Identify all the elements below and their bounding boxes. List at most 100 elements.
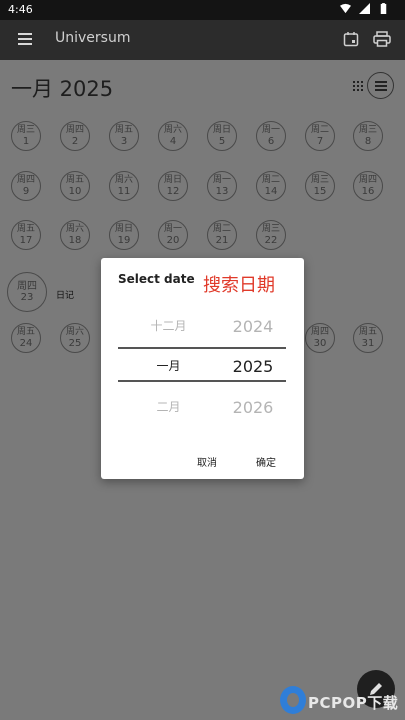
day-cell[interactable]: 周三 22 [256, 220, 286, 250]
day-number: 24 [19, 338, 33, 349]
watermark-text: PCPOP下载 [308, 694, 399, 712]
day-weekday: 周五 [65, 175, 84, 185]
status-time: 4:46 [8, 3, 33, 16]
picker-year: 2024 [232, 317, 274, 336]
day-number: 4 [169, 136, 177, 147]
day-weekday: 周六 [114, 175, 133, 185]
day-number: 16 [361, 186, 375, 197]
day-number: 12 [166, 186, 180, 197]
day-number: 30 [313, 338, 327, 349]
day-number: 25 [68, 338, 82, 349]
battery-icon [380, 3, 387, 14]
day-weekday: 周六 [163, 125, 182, 135]
watermark-logo-icon [280, 686, 306, 714]
signal-icon [359, 3, 370, 14]
day-weekday: 周日 [114, 224, 133, 234]
day-number: 14 [264, 186, 278, 197]
day-cell[interactable]: 周六 11 [109, 171, 139, 201]
day-weekday: 周六 [65, 327, 84, 337]
day-weekday: 周一 [163, 224, 182, 234]
app-bar: Universum [0, 20, 405, 60]
day-cell[interactable]: 周一 6 [256, 121, 286, 151]
picker-year: 2025 [232, 357, 274, 376]
wifi-icon [340, 3, 351, 14]
day-cell[interactable]: 周三 8 [353, 121, 383, 151]
day-number: 2 [71, 136, 79, 147]
day-cell[interactable]: 周日 19 [109, 220, 139, 250]
day-number: 8 [364, 136, 372, 147]
day-weekday: 周五 [16, 224, 35, 234]
app-title: Universum [55, 30, 131, 46]
day-weekday: 周六 [65, 224, 84, 234]
month-title: 一月 2025 [11, 77, 114, 101]
picker-divider-bottom [118, 380, 286, 382]
day-weekday: 周四 [17, 281, 37, 292]
menu-icon[interactable] [18, 33, 32, 45]
day-cell[interactable]: 周一 13 [207, 171, 237, 201]
day-weekday: 周四 [16, 175, 35, 185]
confirm-button[interactable]: 确定 [256, 454, 276, 469]
day-cell[interactable]: 周二 7 [305, 121, 335, 151]
day-cell[interactable]: 周六 4 [158, 121, 188, 151]
day-weekday: 周五 [16, 327, 35, 337]
day-number: 7 [316, 136, 324, 147]
cancel-button[interactable]: 取消 [197, 454, 217, 469]
picker-row-next[interactable]: 二月 2026 [101, 398, 304, 422]
day-number: 18 [68, 235, 82, 246]
day-cell[interactable]: 周六 18 [60, 220, 90, 250]
day-weekday: 周二 [212, 224, 231, 234]
day-cell[interactable]: 周六 25 [60, 323, 90, 353]
day-weekday: 周三 [16, 125, 35, 135]
day-number: 21 [215, 235, 229, 246]
calendar-today-icon[interactable] [343, 31, 359, 47]
print-icon[interactable] [373, 31, 391, 47]
picker-row-selected[interactable]: 一月 2025 [101, 357, 304, 381]
day-cell[interactable]: 周三 15 [305, 171, 335, 201]
picker-divider-top [118, 347, 286, 349]
day-weekday: 周二 [261, 175, 280, 185]
day-cell[interactable]: 周五 31 [353, 323, 383, 353]
day-weekday: 周四 [65, 125, 84, 135]
day-number: 31 [361, 338, 375, 349]
day-cell-today[interactable]: 周四 23 [7, 272, 47, 312]
day-weekday: 周日 [163, 175, 182, 185]
day-cell[interactable]: 周四 30 [305, 323, 335, 353]
day-number: 9 [22, 186, 30, 197]
picker-row-previous[interactable]: 十二月 2024 [101, 317, 304, 341]
day-weekday: 周一 [261, 125, 280, 135]
day-number: 23 [20, 292, 34, 303]
day-number: 5 [218, 136, 226, 147]
day-cell[interactable]: 周五 10 [60, 171, 90, 201]
day-number: 20 [166, 235, 180, 246]
day-number: 22 [264, 235, 278, 246]
day-number: 19 [117, 235, 131, 246]
grid-view-icon[interactable] [353, 81, 363, 91]
dialog-title: Select date [118, 272, 195, 286]
day-cell[interactable]: 周三 1 [11, 121, 41, 151]
day-weekday: 周一 [212, 175, 231, 185]
day-cell[interactable]: 周二 21 [207, 220, 237, 250]
day-number: 15 [313, 186, 327, 197]
day-number: 1 [22, 136, 30, 147]
list-view-icon[interactable] [367, 72, 394, 99]
picker-month: 十二月 [150, 319, 187, 333]
day-number: 17 [19, 235, 33, 246]
day-number: 3 [120, 136, 128, 147]
day-weekday: 周日 [212, 125, 231, 135]
day-cell[interactable]: 周五 17 [11, 220, 41, 250]
picker-month: 一月 [156, 359, 181, 373]
day-cell[interactable]: 周二 14 [256, 171, 286, 201]
watermark: PCPOP下载 [280, 686, 400, 716]
day-cell[interactable]: 周四 2 [60, 121, 90, 151]
day-cell[interactable]: 周日 5 [207, 121, 237, 151]
day-cell[interactable]: 周四 16 [353, 171, 383, 201]
day-cell[interactable]: 周五 24 [11, 323, 41, 353]
day-cell[interactable]: 周五 3 [109, 121, 139, 151]
diary-label: 日记 [56, 291, 75, 301]
day-cell[interactable]: 周日 12 [158, 171, 188, 201]
day-cell[interactable]: 周一 20 [158, 220, 188, 250]
day-weekday: 周五 [114, 125, 133, 135]
status-icons [340, 3, 389, 14]
day-cell[interactable]: 周四 9 [11, 171, 41, 201]
picker-year: 2026 [232, 398, 274, 417]
